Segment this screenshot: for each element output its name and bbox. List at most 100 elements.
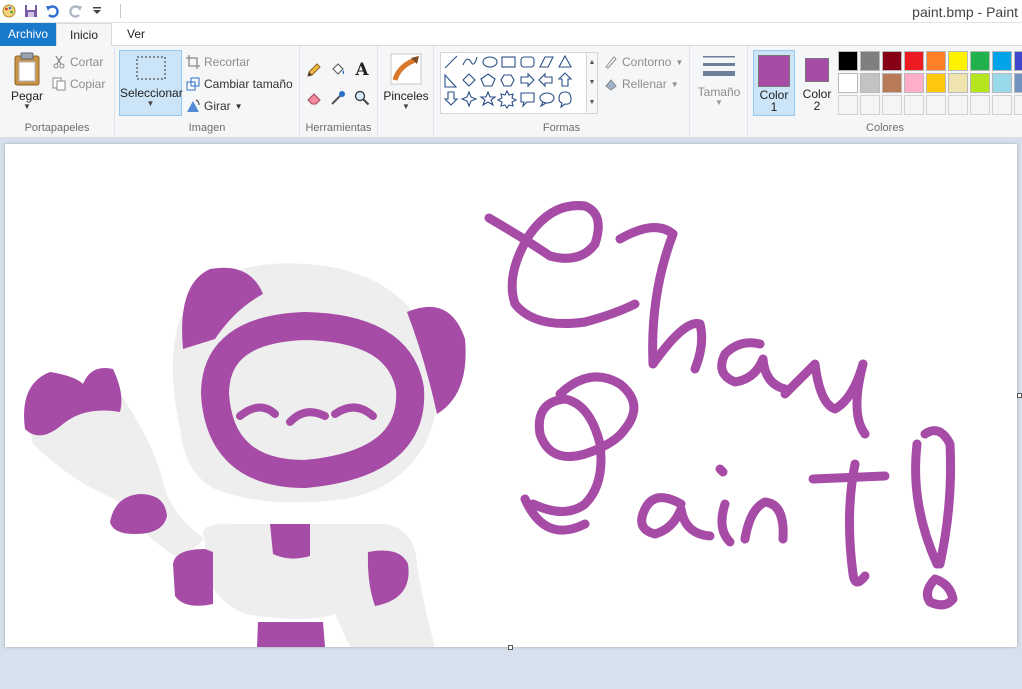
copy-label: Copiar bbox=[70, 77, 106, 91]
palette-swatch[interactable] bbox=[860, 73, 880, 93]
color2-swatch bbox=[805, 58, 829, 82]
resize-label: Cambiar tamaño bbox=[204, 77, 293, 91]
ribbon: Pegar ▼ Cortar Copiar Portapapeles Selec… bbox=[0, 46, 1022, 138]
outline-icon bbox=[605, 56, 617, 69]
color-picker-icon[interactable] bbox=[328, 88, 348, 108]
customize-icon[interactable] bbox=[88, 2, 106, 20]
tools-group-label: Herramientas bbox=[305, 122, 372, 134]
palette-swatch[interactable] bbox=[992, 51, 1012, 71]
chau-paint-text bbox=[484, 201, 958, 610]
quick-access-toolbar bbox=[0, 2, 121, 20]
outline-button[interactable]: Contorno ▼ bbox=[604, 52, 683, 72]
brush-icon bbox=[390, 53, 422, 85]
colors-group: Color 1 Color 2 Colores bbox=[748, 46, 1022, 138]
custom-color-slot[interactable] bbox=[948, 95, 968, 115]
cut-button[interactable]: Cortar bbox=[52, 52, 103, 72]
ribbon-tabs: Archivo Inicio Ver bbox=[0, 23, 1022, 47]
crop-button[interactable]: Recortar bbox=[186, 52, 250, 72]
undo-icon[interactable] bbox=[44, 2, 62, 20]
color1-swatch bbox=[758, 55, 790, 87]
custom-color-slot[interactable] bbox=[882, 95, 902, 115]
tab-view[interactable]: Ver bbox=[114, 23, 158, 46]
palette-swatch[interactable] bbox=[970, 51, 990, 71]
palette-swatch[interactable] bbox=[948, 51, 968, 71]
copy-icon bbox=[52, 77, 66, 91]
shapes-gallery: ▲ ▼ ▼ bbox=[440, 52, 598, 114]
rotate-icon bbox=[187, 99, 200, 112]
shapes-group: ▲ ▼ ▼ Contorno ▼ Rellenar ▼ Formas bbox=[434, 46, 690, 138]
fill-icon bbox=[605, 79, 617, 91]
custom-color-slot[interactable] bbox=[838, 95, 858, 115]
redo-icon[interactable] bbox=[66, 2, 84, 20]
custom-color-slot[interactable] bbox=[926, 95, 946, 115]
custom-color-slot[interactable] bbox=[904, 95, 924, 115]
size-button[interactable]: Tamaño ▼ bbox=[694, 54, 744, 107]
resize-handle-right[interactable] bbox=[1017, 393, 1022, 398]
line-width-icon bbox=[703, 56, 735, 76]
color1-button[interactable]: Color 1 bbox=[753, 50, 795, 116]
palette-swatch[interactable] bbox=[904, 51, 924, 71]
gallery-up-icon[interactable]: ▲ bbox=[587, 53, 597, 73]
qat-separator bbox=[120, 4, 121, 18]
palette-swatch[interactable] bbox=[882, 51, 902, 71]
palette-swatch[interactable] bbox=[992, 73, 1012, 93]
custom-color-slot[interactable] bbox=[970, 95, 990, 115]
paste-dropdown-icon: ▼ bbox=[23, 102, 31, 111]
palette-swatch[interactable] bbox=[882, 73, 902, 93]
custom-color-slot[interactable] bbox=[860, 95, 880, 115]
palette-swatch[interactable] bbox=[1014, 73, 1022, 93]
rotate-button[interactable]: Girar ▼ bbox=[186, 96, 243, 116]
window-title: paint.bmp - Paint bbox=[912, 4, 1018, 20]
copy-button[interactable]: Copiar bbox=[52, 74, 105, 94]
resize-button[interactable]: Cambiar tamaño bbox=[186, 74, 293, 94]
rotate-label: Girar bbox=[204, 99, 231, 113]
text-icon[interactable]: A bbox=[352, 60, 372, 80]
gallery-expand-icon[interactable]: ▼ bbox=[587, 93, 597, 113]
canvas-area bbox=[0, 139, 1022, 689]
brushes-dropdown-icon: ▼ bbox=[402, 102, 410, 111]
palette-swatch[interactable] bbox=[838, 73, 858, 93]
drawing-canvas[interactable] bbox=[5, 144, 1017, 647]
image-group-label: Imagen bbox=[188, 122, 226, 134]
rotate-dropdown-icon: ▼ bbox=[234, 101, 243, 111]
select-rectangle-icon bbox=[136, 56, 165, 80]
tab-file[interactable]: Archivo bbox=[0, 23, 56, 46]
palette-swatch[interactable] bbox=[904, 73, 924, 93]
brushes-group: Pinceles ▼ bbox=[378, 46, 434, 138]
clipboard-icon bbox=[14, 52, 40, 86]
title-bar: paint.bmp - Paint bbox=[0, 0, 1022, 23]
save-icon[interactable] bbox=[22, 2, 40, 20]
color2-button[interactable]: Color 2 bbox=[798, 50, 836, 116]
paint-app-icon[interactable] bbox=[0, 2, 18, 20]
color2-number: 2 bbox=[813, 99, 821, 113]
size-group: Tamaño ▼ bbox=[690, 46, 748, 138]
palette-swatch[interactable] bbox=[860, 51, 880, 71]
custom-color-slot[interactable] bbox=[992, 95, 1012, 115]
clipboard-group: Pegar ▼ Cortar Copiar Portapapeles bbox=[0, 46, 115, 138]
palette-swatch[interactable] bbox=[926, 51, 946, 71]
palette-swatch[interactable] bbox=[1014, 51, 1022, 71]
fill-button[interactable]: Rellenar ▼ bbox=[604, 74, 679, 94]
resize-handle-bottom[interactable] bbox=[508, 645, 513, 650]
paste-label: Pegar bbox=[10, 89, 44, 103]
custom-color-slot[interactable] bbox=[1014, 95, 1022, 115]
crop-label: Recortar bbox=[204, 55, 251, 69]
canvas-drawing bbox=[24, 201, 958, 647]
fill-bucket-icon[interactable] bbox=[328, 60, 348, 80]
select-button[interactable]: Seleccionar ▼ bbox=[119, 50, 183, 116]
clipboard-group-label: Portapapeles bbox=[24, 122, 90, 134]
palette-swatch[interactable] bbox=[948, 73, 968, 93]
palette-swatch[interactable] bbox=[926, 73, 946, 93]
eraser-icon[interactable] bbox=[304, 88, 324, 108]
resize-icon bbox=[186, 77, 200, 91]
magnifier-icon[interactable] bbox=[352, 88, 372, 108]
paste-button[interactable]: Pegar ▼ bbox=[6, 52, 48, 111]
palette-swatch[interactable] bbox=[970, 73, 990, 93]
shapes-gallery-scrollbar[interactable]: ▲ ▼ ▼ bbox=[586, 53, 597, 113]
shapes-gallery-icons bbox=[443, 54, 573, 109]
gallery-down-icon[interactable]: ▼ bbox=[587, 73, 597, 93]
pencil-icon[interactable] bbox=[304, 60, 324, 80]
palette-swatch[interactable] bbox=[838, 51, 858, 71]
brushes-button[interactable]: Pinceles ▼ bbox=[382, 52, 430, 111]
tab-home[interactable]: Inicio bbox=[56, 23, 112, 47]
